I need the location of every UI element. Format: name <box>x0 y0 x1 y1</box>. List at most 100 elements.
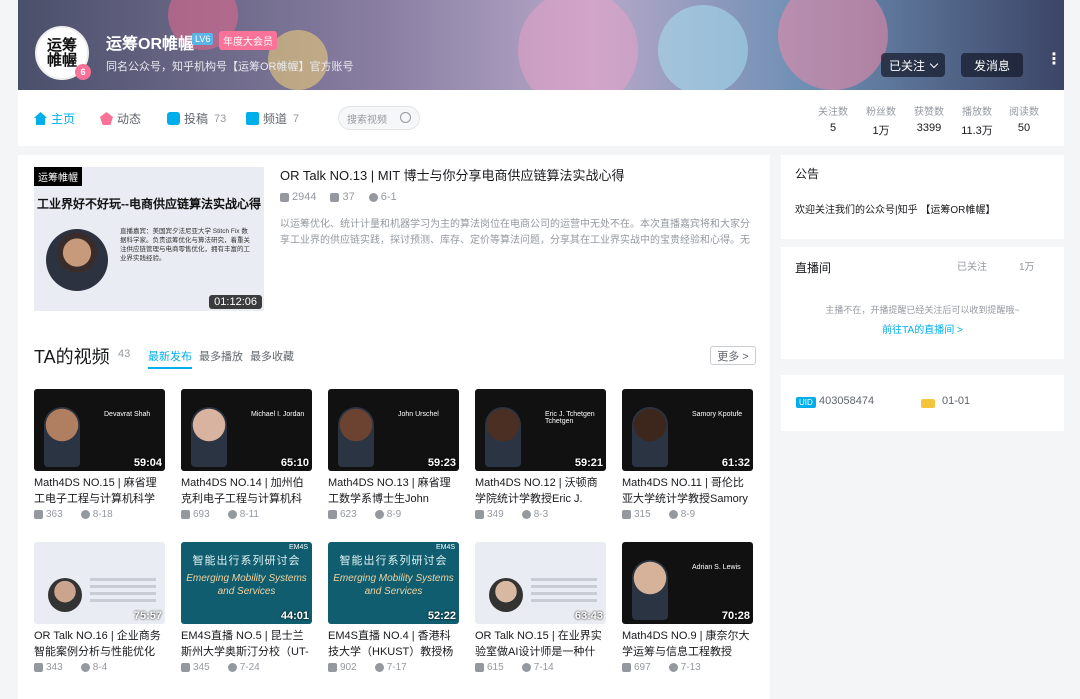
stat-label: 阅读数 <box>1009 107 1039 118</box>
sort-tab-most-favorited[interactable]: 最多收藏 <box>250 348 294 364</box>
uid-value: 403058474 <box>819 395 875 407</box>
stat-following[interactable]: 关注数 5 <box>808 103 858 134</box>
speaker-photo <box>44 407 80 467</box>
video-card[interactable]: EM4S 智能出行系列研讨会 Emerging Mobility Systems a… <box>328 542 459 673</box>
search-icon[interactable] <box>400 112 411 123</box>
video-title[interactable]: Math4DS NO.12 | 沃顿商学院统计学教授Eric J. <box>475 475 606 507</box>
video-search-input[interactable]: 搜索视频 <box>338 106 420 130</box>
featured-thumb-title: 工业界好不好玩--电商供应链算法实战心得 <box>37 197 261 211</box>
video-thumbnail[interactable]: Devavrat Shah 59:04 <box>34 389 165 471</box>
speaker-photo <box>632 407 668 467</box>
video-plays-value: 615 <box>487 662 504 673</box>
featured-comments: 37 <box>330 191 355 203</box>
video-date-value: 7-14 <box>533 662 554 673</box>
video-duration: 44:01 <box>280 610 309 622</box>
live-follow-status: 已关注 <box>957 262 987 273</box>
video-card[interactable]: Samory Kpotufe 61:32 Math4DS NO.11 | 哥伦比亚大… <box>622 389 753 520</box>
video-duration: 65:10 <box>280 457 309 469</box>
speaker-name: Michael I. Jordan <box>251 411 305 418</box>
video-card[interactable]: Michael I. Jordan 65:10 Math4DS NO.14 | 加州… <box>181 389 312 520</box>
video-card[interactable]: John Urschel 59:23 Math4DS NO.13 | 麻省理工数学系… <box>328 389 459 520</box>
featured-meta: 2944 37 6-1 <box>280 191 397 203</box>
tab-uploads[interactable]: 投稿 73 <box>167 110 226 127</box>
video-card[interactable]: EM4S 智能出行系列研讨会 Emerging Mobility Systems a… <box>181 542 312 673</box>
video-date: 8-9 <box>374 509 401 520</box>
video-thumbnail[interactable]: 75:57 <box>34 542 165 624</box>
stat-label: 获赞数 <box>914 107 944 118</box>
tab-channels[interactable]: 频道 7 <box>246 110 299 127</box>
thumb-text-lines <box>90 578 156 581</box>
user-sign: 同名公众号，知乎机构号【运筹OR帷幄】官方账号 <box>106 61 354 73</box>
follow-button[interactable]: 已关注 <box>881 53 945 77</box>
live-empty-text: 主播不在，开播提醒已经关注后可以收到提醒哦~ <box>825 305 1020 315</box>
video-card[interactable]: 75:57 OR Talk NO.16 | 企业商务智能案例分析与性能优化（系 34… <box>34 542 165 673</box>
video-thumbnail[interactable]: John Urschel 59:23 <box>328 389 459 471</box>
play-icon <box>328 510 337 519</box>
sort-tab-latest[interactable]: 最新发布 <box>148 348 192 369</box>
video-title[interactable]: OR Talk NO.15 | 在业界实验室做AI设计师是一种什么体 <box>475 628 606 660</box>
play-icon <box>328 663 337 672</box>
play-icon <box>34 510 43 519</box>
stat-reads: 阅读数 50 <box>999 103 1049 134</box>
video-title[interactable]: OR Talk NO.16 | 企业商务智能案例分析与性能优化（系 <box>34 628 165 660</box>
more-videos-button[interactable]: 更多 > <box>710 346 756 365</box>
play-icon <box>181 510 190 519</box>
tab-channels-count: 7 <box>293 112 300 125</box>
avatar[interactable]: 运筹帷幄 6 <box>35 26 91 80</box>
featured-video-thumbnail[interactable]: 运筹帷幄 工业界好不好玩--电商供应链算法实战心得 直播嘉宾：美国宾夕法尼亚大学… <box>34 167 264 311</box>
tab-home[interactable]: 主页 <box>34 110 75 127</box>
video-plays-value: 902 <box>340 662 357 673</box>
follow-label: 已关注 <box>888 58 925 73</box>
notice-title: 公告 <box>795 167 820 181</box>
video-duration: 59:04 <box>133 457 162 469</box>
live-room-link[interactable]: 前往TA的直播间 > <box>781 321 1064 336</box>
video-card[interactable]: Eric J. Tchetgen Tchetgen 59:21 Math4DS NO… <box>475 389 606 520</box>
video-thumbnail[interactable]: Michael I. Jordan 65:10 <box>181 389 312 471</box>
tab-dynamic[interactable]: 动态 <box>100 110 141 127</box>
featured-duration: 01:12:06 <box>209 295 262 309</box>
video-thumbnail[interactable]: 63:43 <box>475 542 606 624</box>
stat-value: 50 <box>1017 122 1031 134</box>
more-options-icon[interactable]: ⋮ <box>1046 52 1062 68</box>
play-icon <box>280 192 289 202</box>
video-title[interactable]: EM4S直播 NO.4 | 香港科技大学（HKUST）教授杨海 <box>328 628 459 660</box>
dynamic-icon <box>100 112 113 125</box>
video-card[interactable]: 63:43 OR Talk NO.15 | 在业界实验室做AI设计师是一种什么体 6… <box>475 542 606 673</box>
stat-value: 5 <box>829 122 837 134</box>
speaker-name: Samory Kpotufe <box>692 411 743 418</box>
video-plays-value: 363 <box>46 509 63 520</box>
video-date: 8-11 <box>227 509 259 520</box>
video-meta: 349 8-3 <box>475 509 606 520</box>
video-title[interactable]: Math4DS NO.15 | 麻省理工电子工程与计算机科学系教授 <box>34 475 165 507</box>
speaker-photo <box>485 407 521 467</box>
video-title[interactable]: Math4DS NO.14 | 加州伯克利电子工程与计算机科学系教 <box>181 475 312 507</box>
live-room-title: 直播间 <box>795 261 832 275</box>
speaker-photo <box>632 560 668 620</box>
message-button[interactable]: 发消息 <box>961 53 1023 77</box>
video-date-value: 8-11 <box>239 509 259 520</box>
stat-label: 关注数 <box>818 107 848 118</box>
video-duration: 59:21 <box>574 457 603 469</box>
featured-video-title[interactable]: OR Talk NO.13 | MIT 博士与你分享电商供应链算法实战心得 <box>280 165 625 184</box>
video-title[interactable]: Math4DS NO.9 | 康奈尔大学运筹与信息工程教授Adrian <box>622 628 753 660</box>
video-thumbnail[interactable]: EM4S 智能出行系列研讨会 Emerging Mobility Systems a… <box>181 542 312 624</box>
stat-fans[interactable]: 粉丝数 1万 <box>856 103 906 138</box>
video-thumbnail[interactable]: EM4S 智能出行系列研讨会 Emerging Mobility Systems a… <box>328 542 459 624</box>
video-plays: 697 <box>622 662 651 673</box>
video-thumbnail[interactable]: Adrian S. Lewis 70:28 <box>622 542 753 624</box>
video-title[interactable]: Math4DS NO.11 | 哥伦比亚大学统计学教授Samory <box>622 475 753 507</box>
video-meta: 363 8-18 <box>34 509 165 520</box>
video-thumbnail[interactable]: Eric J. Tchetgen Tchetgen 59:21 <box>475 389 606 471</box>
video-plays: 615 <box>475 662 504 673</box>
video-title[interactable]: EM4S直播 NO.5 | 昆士兰斯州大学奥斯汀分校（UT- <box>181 628 312 660</box>
video-card[interactable]: Adrian S. Lewis 70:28 Math4DS NO.9 | 康奈尔大学… <box>622 542 753 673</box>
video-date-value: 7-24 <box>239 662 260 673</box>
thumb-title-zh: 智能出行系列研讨会 <box>339 555 448 567</box>
video-thumbnail[interactable]: Samory Kpotufe 61:32 <box>622 389 753 471</box>
sort-tab-most-played[interactable]: 最多播放 <box>199 348 243 364</box>
video-card[interactable]: Devavrat Shah 59:04 Math4DS NO.15 | 麻省理工电子… <box>34 389 165 520</box>
video-title[interactable]: Math4DS NO.13 | 麻省理工数学系博士生John Urschel <box>328 475 459 507</box>
vip-badge[interactable]: 年度大会员 <box>219 31 277 50</box>
avatar-level-badge: 6 <box>75 64 91 80</box>
video-date: 7-17 <box>374 662 407 673</box>
